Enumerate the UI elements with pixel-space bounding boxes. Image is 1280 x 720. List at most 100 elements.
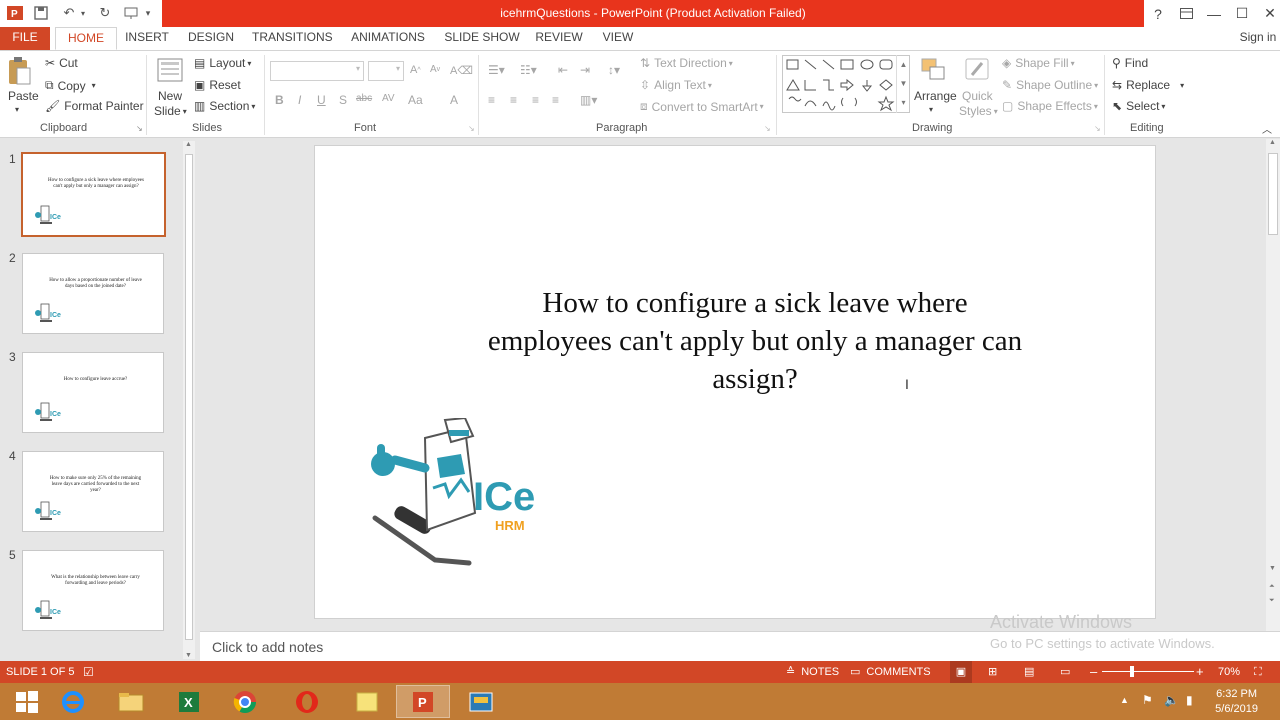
chrome-icon[interactable] bbox=[218, 685, 272, 718]
zoom-level[interactable]: 70% bbox=[1218, 661, 1240, 683]
paste-button[interactable]: Paste bbox=[8, 89, 39, 103]
ribbon-display-options-icon[interactable] bbox=[1172, 0, 1200, 27]
justify-button[interactable]: ≡ bbox=[552, 93, 559, 107]
drawing-launcher-icon[interactable]: ↘ bbox=[1094, 124, 1101, 133]
strikethrough-button[interactable]: abc bbox=[356, 93, 372, 104]
zoom-slider-thumb[interactable] bbox=[1130, 666, 1134, 677]
paste-icon[interactable] bbox=[6, 57, 32, 89]
copy-button[interactable]: ⧉ Copy ▾ bbox=[45, 78, 96, 93]
shapes-gallery-scroll[interactable]: ▲ ▼ ▾ bbox=[896, 55, 910, 113]
undo-icon[interactable]: ↶ bbox=[60, 4, 78, 22]
slide-thumbnail-5[interactable]: What is the relationship between leave c… bbox=[22, 550, 164, 631]
reset-button[interactable]: ▣ Reset bbox=[194, 78, 241, 92]
change-case-button[interactable]: Aa bbox=[408, 93, 423, 107]
font-family-field[interactable]: ▾ bbox=[270, 61, 364, 81]
find-button[interactable]: ⚲ Find bbox=[1112, 56, 1148, 70]
clipboard-launcher-icon[interactable]: ↘ bbox=[136, 124, 143, 133]
align-left-button[interactable]: ≡ bbox=[488, 93, 495, 107]
maximize-button[interactable]: ☐ bbox=[1228, 0, 1256, 27]
zoom-out-button[interactable]: – bbox=[1090, 661, 1097, 683]
minimize-button[interactable]: — bbox=[1200, 0, 1228, 27]
quick-styles-label-1[interactable]: Quick bbox=[962, 89, 993, 103]
tab-view[interactable]: VIEW bbox=[600, 27, 636, 50]
slide-sorter-button[interactable]: ⊞ bbox=[988, 661, 997, 683]
paragraph-launcher-icon[interactable]: ↘ bbox=[764, 124, 771, 133]
customize-qat-icon[interactable]: ▾ bbox=[142, 4, 154, 22]
font-color-button[interactable]: A bbox=[450, 93, 458, 107]
previous-slide-icon[interactable]: ⏶ bbox=[1269, 583, 1275, 591]
tab-review[interactable]: REVIEW bbox=[534, 27, 584, 50]
sign-in-link[interactable]: Sign in bbox=[1236, 27, 1280, 50]
increase-font-size-button[interactable]: A ^ bbox=[410, 64, 421, 76]
section-button[interactable]: ▥ Section ▾ bbox=[194, 99, 255, 113]
shapes-gallery[interactable] bbox=[782, 55, 910, 113]
undo-dropdown-icon[interactable]: ▾ bbox=[78, 4, 88, 22]
text-shadow-button[interactable]: S bbox=[339, 93, 347, 107]
align-right-button[interactable]: ≡ bbox=[532, 93, 539, 107]
slide-thumbnail-1[interactable]: How to configure a sick leave where empl… bbox=[21, 152, 166, 237]
font-size-field[interactable]: ▾ bbox=[368, 61, 404, 81]
normal-view-button[interactable]: ▣ bbox=[950, 661, 972, 683]
italic-button[interactable]: I bbox=[298, 93, 301, 107]
paste-dropdown-icon[interactable]: ▾ bbox=[15, 105, 19, 114]
powerpoint-app-icon[interactable]: P bbox=[6, 4, 24, 22]
zoom-in-button[interactable]: + bbox=[1196, 661, 1204, 683]
tab-design[interactable]: DESIGN bbox=[186, 27, 236, 50]
slide-show-button[interactable]: ▭ bbox=[1060, 661, 1070, 683]
quick-styles-icon[interactable] bbox=[964, 57, 992, 83]
tab-home[interactable]: HOME bbox=[55, 27, 117, 50]
tab-insert[interactable]: INSERT bbox=[124, 27, 170, 50]
slide-scrollbar[interactable]: ▲ ▼ ⏶ ⏷ bbox=[1266, 139, 1280, 631]
shape-outline-button[interactable]: ✎ Shape Outline ▾ bbox=[1002, 78, 1098, 92]
volume-icon[interactable]: 🔈 bbox=[1164, 693, 1179, 707]
text-direction-button[interactable]: ⇅ Text Direction ▾ bbox=[640, 56, 733, 70]
numbering-button[interactable]: ☷▾ bbox=[520, 63, 537, 77]
slide-thumbnail-4[interactable]: How to make sure only 25% of the remaini… bbox=[22, 451, 164, 532]
arrange-dropdown-icon[interactable]: ▾ bbox=[929, 105, 933, 114]
new-slide-button[interactable]: Slide ▾ bbox=[154, 104, 187, 118]
sticky-notes-icon[interactable] bbox=[340, 685, 394, 718]
new-slide-label-1[interactable]: New bbox=[158, 89, 182, 103]
increase-indent-button[interactable]: ⇥ bbox=[580, 63, 590, 77]
bold-button[interactable]: B bbox=[275, 93, 284, 107]
system-clock[interactable]: 6:32 PM 5/6/2019 bbox=[1215, 687, 1258, 717]
powerpoint-taskbar-icon[interactable]: P bbox=[396, 685, 450, 718]
underline-button[interactable]: U bbox=[317, 93, 326, 107]
slide-thumbnail-3[interactable]: How to configure leave accrue? ICe bbox=[22, 352, 164, 433]
quick-styles-button[interactable]: Styles ▾ bbox=[959, 104, 998, 118]
redo-icon[interactable]: ↻ bbox=[96, 4, 114, 22]
opera-icon[interactable] bbox=[280, 685, 334, 718]
network-icon[interactable]: ▮ bbox=[1186, 693, 1193, 707]
close-button[interactable]: ✕ bbox=[1256, 0, 1280, 27]
file-explorer-icon[interactable] bbox=[104, 685, 158, 718]
slide-title-text[interactable]: How to configure a sick leave where empl… bbox=[485, 284, 1025, 398]
format-painter-button[interactable]: 🖌 Format Painter bbox=[45, 99, 144, 113]
arrange-button[interactable]: Arrange bbox=[914, 89, 957, 103]
save-icon[interactable] bbox=[32, 4, 50, 22]
tab-animations[interactable]: ANIMATIONS bbox=[348, 27, 428, 50]
action-center-icon[interactable]: ⚑ bbox=[1142, 693, 1153, 707]
tab-transitions[interactable]: TRANSITIONS bbox=[252, 27, 333, 50]
align-text-button[interactable]: ⇳ Align Text ▾ bbox=[640, 78, 712, 92]
scrollbar-thumb[interactable] bbox=[185, 154, 193, 640]
shape-effects-button[interactable]: ▢ Shape Effects ▾ bbox=[1002, 99, 1098, 113]
scroll-up-icon[interactable]: ▲ bbox=[1269, 139, 1276, 146]
app-icon[interactable] bbox=[454, 685, 508, 718]
scroll-up-icon[interactable]: ▲ bbox=[185, 141, 192, 148]
slide-thumbnail-2[interactable]: How to allow a proportionate number of l… bbox=[22, 253, 164, 334]
spelling-check-icon[interactable]: ☑ bbox=[83, 661, 94, 683]
reading-view-button[interactable]: ▤ bbox=[1024, 661, 1034, 683]
fit-to-window-icon[interactable]: ⛶ bbox=[1254, 661, 1262, 683]
next-slide-icon[interactable]: ⏷ bbox=[1269, 597, 1275, 605]
align-center-button[interactable]: ≡ bbox=[510, 93, 517, 107]
font-launcher-icon[interactable]: ↘ bbox=[468, 124, 475, 133]
notes-button[interactable]: ≙ NOTES bbox=[786, 661, 839, 683]
shape-fill-button[interactable]: ◈ Shape Fill ▾ bbox=[1002, 56, 1075, 70]
character-spacing-button[interactable]: AV bbox=[382, 93, 395, 104]
show-hidden-icons[interactable]: ▲ bbox=[1120, 695, 1129, 705]
bullets-button[interactable]: ☰▾ bbox=[488, 63, 505, 77]
new-slide-icon[interactable] bbox=[156, 57, 184, 85]
replace-button[interactable]: ⇆ Replace ▾ bbox=[1112, 78, 1184, 92]
thumbnail-scrollbar[interactable]: ▲ ▼ bbox=[183, 141, 195, 659]
decrease-font-size-button[interactable]: Av bbox=[430, 64, 440, 75]
